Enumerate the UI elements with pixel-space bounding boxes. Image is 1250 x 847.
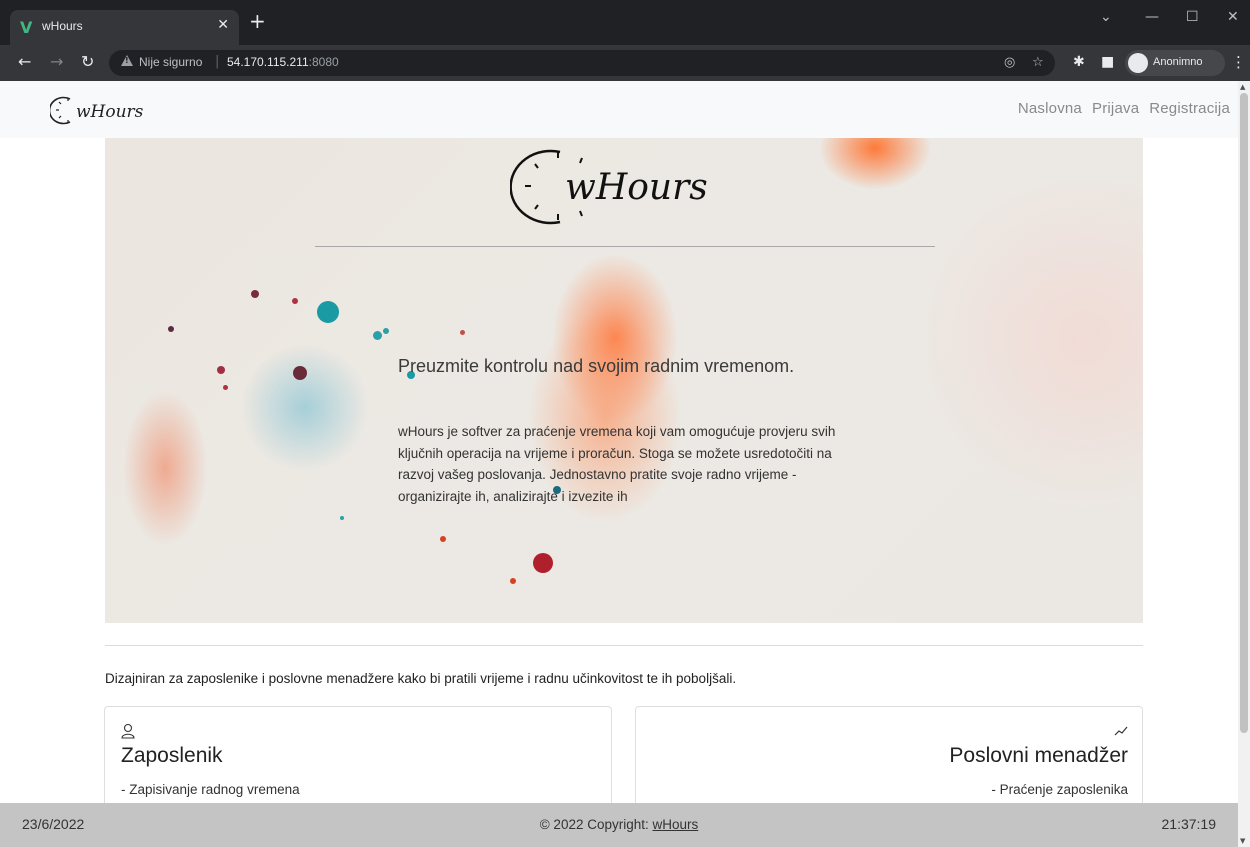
paint-dot <box>217 366 225 374</box>
extensions-icon[interactable]: ✱ <box>1073 54 1085 70</box>
brand-logo[interactable]: wHours <box>50 94 190 126</box>
incognito-icon <box>1128 53 1148 73</box>
card-desc: - Praćenje zaposlenika <box>991 782 1128 797</box>
paint-dot <box>292 298 298 304</box>
nav-link-registracija[interactable]: Registracija <box>1149 100 1230 117</box>
page-scrollbar[interactable]: ▲ ▼ <box>1238 81 1250 847</box>
url-text[interactable]: 54.170.115.211:8080 <box>227 55 339 69</box>
trend-line-icon <box>1114 726 1128 736</box>
page-viewport: wHours Naslovna Prijava Registracija wHo… <box>0 81 1238 847</box>
section-divider <box>105 645 1143 646</box>
url-host: 54.170.115.211 <box>227 55 309 69</box>
card-title: Zaposlenik <box>121 744 223 767</box>
nav-links: Naslovna Prijava Registracija <box>1018 100 1230 117</box>
hero-logo: wHours <box>510 149 708 225</box>
eye-off-icon[interactable]: ◎ <box>1004 55 1015 70</box>
paint-dot <box>293 366 307 380</box>
warning-icon[interactable] <box>121 55 133 66</box>
paint-dot <box>510 578 516 584</box>
profile-button[interactable]: Anonimno <box>1125 50 1225 76</box>
security-warning-label[interactable]: Nije sigurno <box>139 55 202 69</box>
paint-dot <box>440 536 446 542</box>
footer-copyright: © 2022 Copyright: wHours <box>0 817 1238 832</box>
hero-title: Preuzmite kontrolu nad svojim radnim vre… <box>398 356 795 376</box>
browser-toolbar: ← → ↻ Nije sigurno | 54.170.115.211:8080… <box>0 45 1250 81</box>
paint-dot <box>340 516 344 520</box>
paint-dot <box>383 328 389 334</box>
browser-tabstrip: V wHours ✕ + ⌄ — ☐ ✕ <box>0 0 1250 45</box>
hero-banner: wHours Preuzmite kontrolu nad svojim rad… <box>105 138 1143 623</box>
tab-search-chevron-icon[interactable]: ⌄ <box>1100 9 1112 25</box>
address-bar[interactable]: Nije sigurno | 54.170.115.211:8080 ◎ ☆ <box>109 50 1055 76</box>
paint-dot <box>460 330 465 335</box>
paint-dot <box>251 290 259 298</box>
reload-icon[interactable]: ↻ <box>81 53 94 71</box>
browser-tab[interactable]: V wHours ✕ <box>10 10 239 45</box>
paint-dot <box>373 331 382 340</box>
scroll-thumb[interactable] <box>1240 93 1248 733</box>
scroll-up-icon[interactable]: ▲ <box>1240 83 1245 91</box>
vue-favicon-icon: V <box>20 18 33 37</box>
star-icon[interactable]: ☆ <box>1032 55 1044 70</box>
user-icon <box>121 723 135 739</box>
brand-text: wHours <box>76 102 144 122</box>
url-separator: | <box>215 54 220 69</box>
paint-dot <box>168 326 174 332</box>
minimize-icon[interactable]: — <box>1145 9 1159 25</box>
paint-dot <box>533 553 553 573</box>
new-tab-icon[interactable]: + <box>249 11 266 31</box>
copyright-text: © 2022 Copyright: <box>539 817 653 832</box>
tab-title: wHours <box>42 19 83 33</box>
forward-icon[interactable]: → <box>50 53 63 71</box>
tagline: Dizajniran za zaposlenike i poslovne men… <box>105 671 737 686</box>
nav-link-prijava[interactable]: Prijava <box>1092 100 1139 117</box>
hero-logo-text: wHours <box>565 167 708 208</box>
menu-icon[interactable]: ⋮ <box>1231 53 1246 71</box>
hero-divider <box>315 246 935 247</box>
url-port: :8080 <box>308 55 339 69</box>
nav-link-naslovna[interactable]: Naslovna <box>1018 100 1082 117</box>
hero-text: wHours je softver za praćenje vremena ko… <box>398 424 836 504</box>
sidepanel-icon[interactable]: ■ <box>1101 54 1114 70</box>
paint-dot <box>317 301 339 323</box>
profile-label: Anonimno <box>1153 56 1203 68</box>
tab-close-icon[interactable]: ✕ <box>217 17 229 33</box>
paint-dot <box>223 385 228 390</box>
maximize-icon[interactable]: ☐ <box>1186 9 1199 25</box>
close-window-icon[interactable]: ✕ <box>1227 9 1239 25</box>
copyright-link[interactable]: wHours <box>653 817 699 832</box>
footer-time: 21:37:19 <box>1161 816 1217 832</box>
card-title: Poslovni menadžer <box>949 744 1128 767</box>
back-icon[interactable]: ← <box>18 53 31 71</box>
site-navbar: wHours Naslovna Prijava Registracija <box>0 81 1238 138</box>
site-footer: 23/6/2022 © 2022 Copyright: wHours 21:37… <box>0 803 1238 847</box>
card-desc: - Zapisivanje radnog vremena <box>121 782 300 797</box>
scroll-down-icon[interactable]: ▼ <box>1240 837 1245 845</box>
